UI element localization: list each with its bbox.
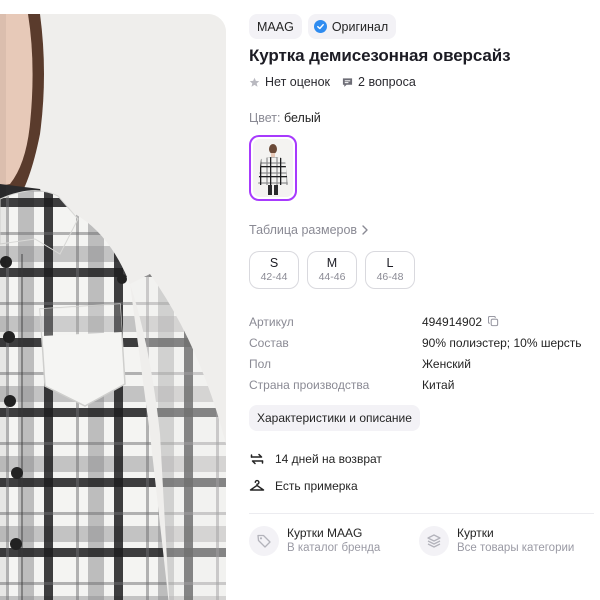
catalog-links: Куртки MAAG В каталог бренда Куртки Все … bbox=[249, 526, 594, 556]
spec-row-gender: Пол Женский bbox=[249, 353, 594, 374]
divider bbox=[249, 513, 594, 514]
rating-questions-row: Нет оценок 2 вопроса bbox=[249, 75, 594, 89]
spec-value: Женский bbox=[422, 356, 471, 371]
brand-catalog-link[interactable]: Куртки MAAG В каталог бренда bbox=[249, 526, 419, 556]
category-title: Куртки bbox=[457, 526, 494, 540]
spec-key: Артикул bbox=[249, 314, 294, 329]
category-link[interactable]: Куртки Все товары категории bbox=[419, 526, 589, 556]
size-option-m[interactable]: M 44-46 bbox=[307, 251, 357, 289]
tag-icon bbox=[249, 526, 279, 556]
size-table-label: Таблица размеров bbox=[249, 223, 358, 237]
brand-catalog-text: Куртки MAAG В каталог бренда bbox=[287, 526, 380, 556]
stack-icon bbox=[419, 526, 449, 556]
rating[interactable]: Нет оценок bbox=[249, 75, 330, 89]
size-table-link[interactable]: Таблица размеров bbox=[249, 223, 369, 237]
characteristics-button[interactable]: Характеристики и описание bbox=[249, 405, 420, 431]
brand-catalog-subtitle: В каталог бренда bbox=[287, 542, 381, 554]
hanger-icon bbox=[249, 479, 265, 491]
spec-row-country: Страна производства Китай bbox=[249, 374, 594, 395]
verified-check-icon bbox=[313, 20, 327, 33]
spec-key: Пол bbox=[249, 356, 272, 371]
feature-fitting-text: Есть примерка bbox=[275, 478, 358, 493]
original-badge-label: Оригинал bbox=[331, 19, 389, 34]
spec-value: 90% полиэстер; 10% шерсть bbox=[422, 335, 582, 350]
feature-returns: 14 дней на возврат bbox=[249, 445, 594, 472]
size-label: L bbox=[386, 256, 394, 270]
return-arrows-icon bbox=[250, 453, 264, 464]
features-list: 14 дней на возврат Есть примерка bbox=[249, 445, 594, 499]
feature-fitting: Есть примерка bbox=[249, 472, 594, 499]
spec-row-article: Артикул 494914902 bbox=[249, 311, 594, 332]
star-icon bbox=[249, 77, 260, 87]
color-label-key: Цвет: bbox=[249, 111, 281, 125]
size-label: S bbox=[269, 256, 279, 270]
spec-key: Страна производства bbox=[249, 377, 370, 392]
original-badge[interactable]: Оригинал bbox=[307, 14, 397, 39]
spec-row-composition: Состав 90% полиэстер; 10% шерсть bbox=[249, 332, 594, 353]
swatch-thumbnail bbox=[253, 139, 293, 197]
size-options: S 42-44 M 44-46 L 46-48 bbox=[249, 251, 594, 289]
rating-text: Нет оценок bbox=[265, 75, 331, 89]
product-title: Куртка демисезонная оверсайз bbox=[249, 46, 511, 65]
product-info-panel: MAAG Оригинал Куртка демисезонная оверса… bbox=[249, 14, 594, 556]
brand-catalog-title: Куртки MAAG bbox=[287, 526, 363, 540]
brand-row: MAAG Оригинал bbox=[249, 14, 594, 39]
specs-list: Артикул 494914902 Состав 90% полиэстер; … bbox=[249, 311, 594, 395]
questions-text: 2 вопроса bbox=[358, 75, 416, 89]
chat-bubble-icon bbox=[342, 77, 353, 87]
questions-link[interactable]: 2 вопроса bbox=[342, 75, 416, 89]
feature-returns-text: 14 дней на возврат bbox=[275, 451, 382, 466]
chevron-right-icon bbox=[362, 225, 368, 235]
size-range: 44-46 bbox=[318, 271, 346, 283]
product-photo[interactable] bbox=[0, 14, 226, 600]
copy-icon[interactable] bbox=[488, 316, 499, 327]
spec-key: Состав bbox=[249, 335, 289, 350]
color-value: белый bbox=[283, 111, 321, 125]
size-option-s[interactable]: S 42-44 bbox=[249, 251, 299, 289]
spec-value: 494914902 bbox=[422, 315, 499, 329]
color-label: Цвет: белый bbox=[249, 111, 594, 125]
size-label: M bbox=[326, 256, 338, 270]
size-option-l[interactable]: L 46-48 bbox=[365, 251, 415, 289]
color-swatch-white[interactable] bbox=[249, 135, 297, 201]
brand-chip[interactable]: MAAG bbox=[249, 14, 302, 39]
category-subtitle: Все товары категории bbox=[457, 542, 575, 554]
spec-value: Китай bbox=[422, 377, 455, 392]
size-range: 46-48 bbox=[376, 271, 404, 283]
article-number: 494914902 bbox=[422, 314, 483, 329]
category-text: Куртки Все товары категории bbox=[457, 526, 574, 556]
size-range: 42-44 bbox=[260, 271, 288, 283]
